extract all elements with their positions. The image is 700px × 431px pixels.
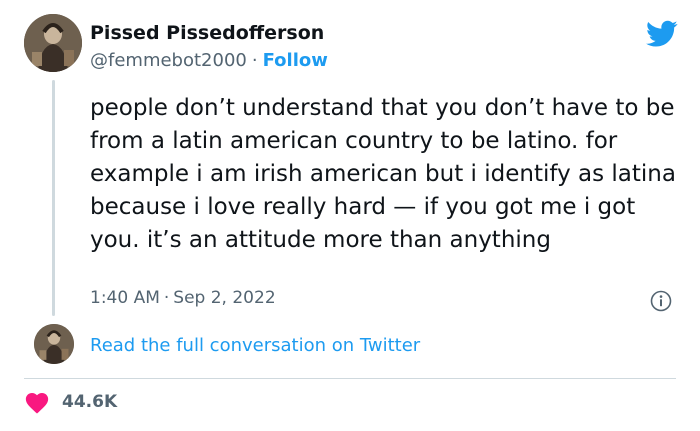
twitter-bird-icon[interactable] xyxy=(646,20,678,48)
separator-dot: · xyxy=(163,288,170,308)
tweet-timestamp[interactable]: 1:40 AM · Sep 2, 2022 xyxy=(90,288,276,308)
read-conversation-link[interactable]: Read the full conversation on Twitter xyxy=(90,335,420,356)
author-avatar[interactable] xyxy=(24,14,82,72)
thread-line xyxy=(52,80,55,316)
tweet-text: people don’t understand that you don’t h… xyxy=(90,95,676,253)
separator-dot: · xyxy=(251,50,258,71)
tweet-card: Pissed Pissedofferson @femmebot2000 · Foll… xyxy=(0,0,700,431)
tweet-time: 1:40 AM xyxy=(90,288,160,308)
likes-count: 44.6K xyxy=(62,392,118,412)
like-button[interactable]: 44.6K xyxy=(24,390,117,414)
author-handle-row: @femmebot2000 · Follow xyxy=(90,50,328,71)
avatar-image xyxy=(24,14,82,72)
tweet-date: Sep 2, 2022 xyxy=(173,288,276,308)
info-icon[interactable] xyxy=(650,290,672,312)
follow-button[interactable]: Follow xyxy=(263,50,328,71)
conversation-avatar xyxy=(34,324,74,364)
author-name[interactable]: Pissed Pissedofferson xyxy=(90,22,324,44)
divider xyxy=(24,378,676,379)
heart-icon xyxy=(25,393,49,414)
avatar-image xyxy=(34,324,74,364)
author-handle[interactable]: @femmebot2000 xyxy=(90,50,247,71)
